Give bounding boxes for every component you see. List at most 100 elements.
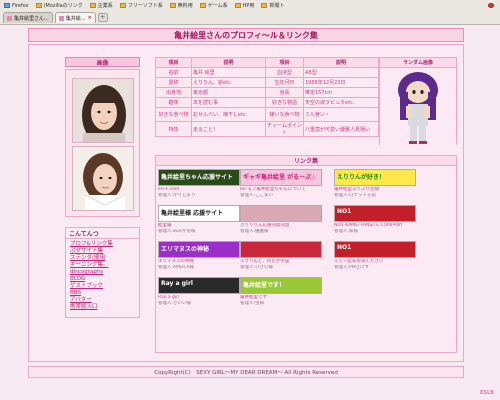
link-card[interactable]: NO1 ええー是非お来ください 管理人:PMさげす — [334, 241, 416, 271]
link-card[interactable]: Ray a girl Ray a girl 管理人:さいい様 — [158, 277, 240, 307]
profile-key: 好きな物語 — [265, 97, 304, 108]
link-card[interactable]: 亀井絵里ちゃん応援サイト eri-k.com 管理人:かりじまり — [158, 169, 240, 199]
bookmark-label: 無料用 — [177, 3, 193, 9]
sidebar-photo-head: 画像 — [65, 57, 140, 67]
content-frame: 画像 こんてんつ プロフ&リンク集 ぷぜサイト集 ステンダ(間用 キーニング集。… — [28, 44, 464, 362]
profile-key: 嫌いな食べ物 — [265, 107, 304, 122]
stop-icon — [488, 3, 494, 8]
links-head: リンク集 — [156, 156, 456, 166]
folder-icon — [119, 3, 126, 8]
tab-1[interactable]: 亀井絵... × — [54, 12, 96, 23]
link-card[interactable]: 亀井絵里です！ 亀井絵里です 管理人:蛍様 — [240, 277, 322, 307]
profile-key: チャームポイント — [265, 121, 304, 137]
link-card[interactable]: きりりりん応援同盟同盟 管理人:優雅様 — [240, 205, 322, 235]
new-tab-button[interactable]: + — [97, 13, 108, 22]
bookmark-5[interactable]: ゲーム系 — [199, 2, 228, 9]
profile-key: 愛称 — [155, 77, 192, 88]
link-banner[interactable]: 亀井絵里様 応援サイト — [158, 205, 240, 222]
link-card[interactable]: エリマヌスの神秘 エリマヌスの神秘 管理人:AMDCA様 — [158, 241, 240, 271]
link-banner[interactable]: 亀井絵里ちゃん応援サイト — [158, 169, 240, 186]
folder-icon — [35, 3, 42, 8]
profile-value: AB型 — [303, 67, 379, 78]
link-banner-text: 亀井絵里様 応援サイト — [161, 210, 224, 217]
menu-head: こんてんつ — [66, 228, 139, 239]
bookmark-7[interactable]: 新聞ト — [261, 2, 284, 9]
link-banner[interactable]: NO1 — [334, 205, 416, 222]
profile-key: 好きな食べ物 — [155, 107, 192, 122]
folder-icon — [261, 3, 268, 8]
bookmark-4[interactable]: 無料用 — [169, 2, 193, 9]
menu-item[interactable]: ゲストブック — [70, 283, 135, 290]
menu-item[interactable]: アバター — [70, 297, 135, 304]
tab-label: 亀井絵... — [65, 15, 86, 22]
tab-0[interactable]: 亀井絵里さん... — [3, 12, 53, 23]
folder-icon — [199, 3, 206, 8]
bookmark-label: (Mozillaのリンク — [43, 3, 83, 9]
profile-value: 本を読む事 — [191, 97, 266, 108]
link-banner[interactable] — [240, 241, 322, 258]
page-title: 亀井絵里さんのプロフィ～ル＆リンク集 — [28, 28, 464, 42]
main-content: 項目 説明 項目 説明 名前 亀井 絵里 血液型 AB型 愛称 えりりん、絵etc. 生年月日 198… — [155, 57, 457, 353]
profile-key: 血液型 — [265, 67, 304, 78]
photo-panel — [65, 69, 140, 217]
profile-value: 推定157cm — [303, 87, 379, 98]
profile-value: 東京都 — [191, 87, 266, 98]
link-owner: 管理人:ロナットら前 — [334, 193, 377, 198]
link-card[interactable]: ギャギ亀井絵里 がるーぷ☆ Re:モフ亀井絵里ちゃんについて 管理人:ここまい — [240, 169, 322, 199]
bookmark-6[interactable]: HP用 — [234, 2, 255, 9]
bookmarks-bar: Firefox (Mozillaのリンク 企業系 フリーソフト系 無料用 ゲーム系 HP用 新… — [0, 0, 500, 11]
link-banner[interactable]: NO1 — [334, 241, 416, 258]
tab-strip: 亀井絵里さん... 亀井絵... × + — [3, 12, 108, 23]
profile-photo-1 — [72, 78, 134, 143]
profile-key: 出身地 — [155, 87, 192, 98]
bookmark-label: フリーソフト系 — [127, 3, 163, 9]
profile-value: 天空の城ラピュタetc. — [303, 97, 379, 108]
bookmark-1[interactable]: (Mozillaのリンク — [35, 2, 83, 9]
menu-item[interactable]: プロフ&リンク集 — [70, 241, 135, 248]
link-owner: 管理人:AMDCA様 — [158, 265, 195, 270]
random-image-head: ランダム画像 — [380, 58, 456, 68]
bookmark-2[interactable]: 企業系 — [89, 2, 113, 9]
menu-item[interactable]: BLOG — [70, 276, 135, 283]
link-owner: 管理人:蛍様 — [240, 301, 265, 306]
menu-item[interactable]: 携帯版入口 — [70, 304, 135, 311]
menu-item[interactable]: ぷぜサイト集 — [70, 248, 135, 255]
link-owner: 管理人:PMさげす — [334, 265, 370, 270]
menu-item[interactable]: BBS — [70, 290, 135, 297]
link-owner: 管理人:優雅様 — [240, 229, 269, 234]
profile-value: 1988年12月23日 — [303, 77, 379, 88]
profile-value: えりりん、絵etc. — [191, 77, 266, 88]
bookmark-label: 企業系 — [97, 3, 113, 9]
link-card[interactable]: えりりんと、何だか宇宙 管理人:ひさい様 — [240, 241, 322, 271]
profile-header: 項目 — [155, 57, 192, 68]
favicon-icon — [58, 15, 64, 21]
link-banner[interactable]: Ray a girl — [158, 277, 240, 294]
link-banner[interactable]: 亀井絵里です！ — [240, 277, 322, 294]
bookmark-0[interactable]: Firefox — [4, 3, 29, 9]
close-tab-icon[interactable]: × — [88, 15, 92, 21]
link-banner[interactable]: えりりんが好き！ — [334, 169, 416, 186]
firefox-icon — [4, 3, 10, 8]
profile-row: 名前 亀井 絵里 血液型 AB型 — [155, 67, 379, 78]
link-banner[interactable] — [240, 205, 322, 222]
profile-value: ミル食い・ — [303, 107, 379, 122]
folder-icon — [169, 3, 176, 8]
link-owner: 管理人:さいい様 — [158, 301, 192, 306]
profile-key: 生年月日 — [265, 77, 304, 88]
link-card[interactable]: NO1 NO1 KAMEI FANSITE COMPANY 管理人:家様 — [334, 205, 416, 235]
link-card[interactable]: えりりんが好き！ 亀井絵里ぷりぷり空間 管理人:ロナットら前 — [334, 169, 416, 199]
menu-item[interactable]: ステンダ(間用 — [70, 255, 135, 262]
bookmark-3[interactable]: フリーソフト系 — [119, 2, 163, 9]
link-card[interactable]: 亀井絵里様 応援サイト 絵里亀 管理人:みみかお様 — [158, 205, 240, 235]
profile-key: 特技 — [155, 121, 192, 137]
menu-item[interactable]: キーニング集。 — [70, 262, 135, 269]
profile-key: 趣味 — [155, 97, 192, 108]
bookmark-label: HP用 — [242, 3, 255, 9]
link-banner[interactable]: エリマヌスの神秘 — [158, 241, 240, 258]
link-banner[interactable]: ギャギ亀井絵里 がるーぷ☆ — [240, 169, 322, 186]
bookmark-label: Firefox — [12, 2, 29, 9]
links-section: リンク集 亀井絵里ちゃん応援サイト eri-k.com 管理人:かりじまり ギャギ亀井… — [155, 155, 457, 353]
menu-item[interactable]: discographs — [70, 269, 135, 276]
stop-button[interactable] — [488, 3, 494, 8]
profile-value: 走ること！ — [191, 121, 266, 137]
